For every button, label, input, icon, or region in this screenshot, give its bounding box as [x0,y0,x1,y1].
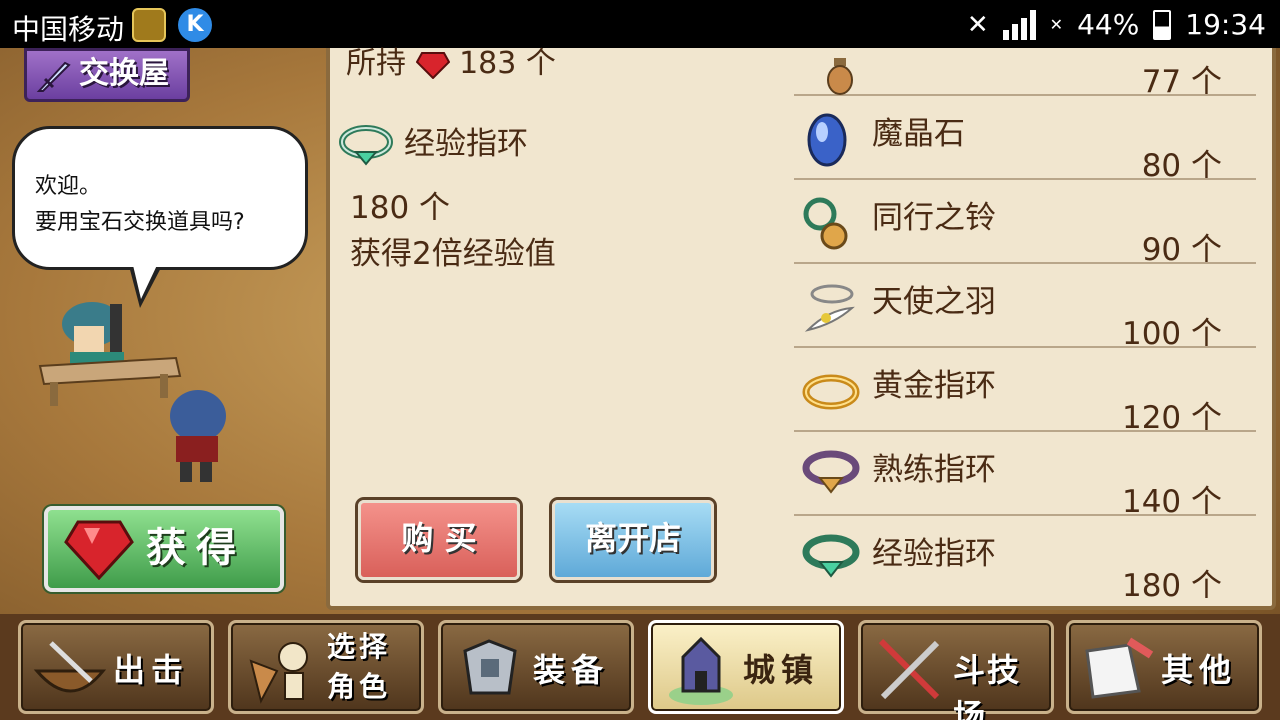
get-gems-label: 获得 [146,525,246,571]
detail-item-name: 经验指环 [404,126,528,162]
list-item[interactable]: 熟练指环 140 个 [794,432,1256,520]
ruby-icon [64,520,134,580]
item-price: 100 个 [1121,316,1222,352]
other-button[interactable]: 其他 [1066,620,1262,714]
equipment-label: 装备 [533,651,610,689]
detail-item-price: 180 个 [350,190,451,226]
town-label: 城镇 [743,651,820,689]
exp-ring-icon [802,534,860,578]
ruby-icon [415,51,450,79]
bubble-line-1: 欢迎。 [35,174,102,199]
item-name: 熟练指环 [872,452,996,488]
bubble-tail-fill [132,261,159,299]
sword-icon [36,61,71,92]
item-name: 魔晶石 [872,116,965,152]
select-character-label-line2: 角色 [327,670,392,703]
item-name: 黄金指环 [872,368,996,404]
speech-bubble: 欢迎。 要用宝石交换道具吗? [12,126,308,270]
item-name: 同行之铃 [872,200,996,236]
get-gems-button[interactable]: 获得 [44,506,284,592]
item-price: 120 个 [1121,400,1222,436]
magic-crystal-icon [807,113,847,167]
bell-icon [803,197,848,250]
arena-button[interactable]: 斗技场 [858,620,1054,720]
exp-ring-icon [339,125,393,166]
game-screen: 交换屋 欢迎。 要用宝石交换道具吗? 获得 所持 183 个 经验指环 180 … [0,46,1280,720]
item-price: 77 个 [1141,64,1222,100]
select-character-label-line1: 选择 [327,630,392,663]
armor-icon [463,639,517,695]
town-button[interactable]: 城镇 [648,620,844,714]
select-character-button[interactable]: 选择 角色 [228,620,424,714]
castle-icon [669,636,733,705]
gold-ring-icon [802,374,860,410]
skill-ring-icon [802,450,860,494]
select-character-label: 选择 角色 [327,627,391,707]
list-item[interactable]: 天使之羽 100 个 [794,264,1256,352]
bubble-line-2: 要用宝石交换道具吗? [35,210,245,235]
character-icon [249,642,308,704]
boat-icon [33,641,107,693]
item-detail: 所持 183 个 经验指环 180 个 获得2倍经验值 购 买 离开店 [330,46,790,610]
feather-icon [804,284,855,332]
list-item[interactable]: 77 个 [794,12,1256,100]
equipment-button[interactable]: 装备 [438,620,634,714]
owned-label: 所持 [346,46,406,81]
item-price: 90 个 [1141,232,1222,268]
item-price: 140 个 [1121,484,1222,520]
shield-app-icon [132,8,166,42]
shop-sign-label: 交换屋 [79,56,169,91]
carrier-label: 中国移动 [12,13,125,46]
shop-scene [38,302,226,482]
shop-panel: 所持 183 个 经验指环 180 个 获得2倍经验值 购 买 离开店 77 个… [326,46,1276,610]
bottom-toolbar: 出击 选择 角色 装备 城镇 斗技场 其他 [0,614,1280,720]
buy-button[interactable]: 购 买 [358,500,520,580]
other-label: 其他 [1161,651,1238,689]
sortie-label: 出击 [113,651,190,689]
owned-count: 183 个 [459,46,556,81]
item-price: 180 个 [1121,568,1222,604]
potion-icon [827,58,853,95]
item-price: 80 个 [1141,148,1222,184]
list-item[interactable]: 同行之铃 90 个 [794,180,1256,268]
scroll-quill-icon [1085,637,1154,699]
list-item[interactable]: 经验指环 180 个 [794,516,1256,604]
hero-sprite [170,390,226,482]
shop-sign: 交换屋 [24,48,190,102]
item-name: 天使之羽 [872,284,996,320]
list-item[interactable]: 魔晶石 80 个 [794,96,1256,184]
k-app-icon: K [178,8,212,42]
arena-label: 斗技场 [953,651,1022,720]
detail-item-description: 获得2倍经验值 [350,236,556,272]
owned-gems: 所持 183 个 [346,38,556,82]
crossed-swords-icon [878,638,940,700]
sortie-button[interactable]: 出击 [18,620,214,714]
leave-shop-button[interactable]: 离开店 [552,500,714,580]
item-list[interactable]: 77 个 魔晶石 80 个 同行之铃 90 个 天使之羽 100 个 黄金指环 … [794,48,1256,610]
counter-table [38,356,182,406]
item-name: 经验指环 [872,536,996,572]
list-item[interactable]: 黄金指环 120 个 [794,348,1256,436]
